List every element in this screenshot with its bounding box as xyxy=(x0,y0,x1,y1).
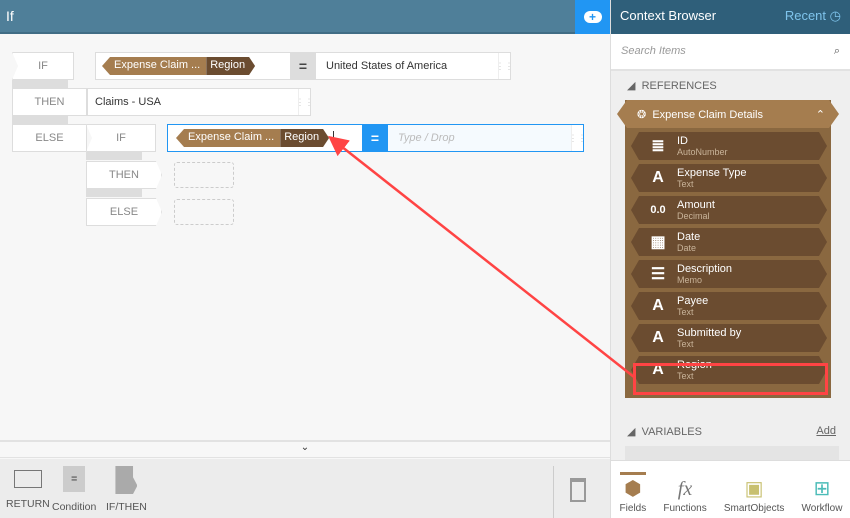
annotation-arrow xyxy=(328,135,635,378)
